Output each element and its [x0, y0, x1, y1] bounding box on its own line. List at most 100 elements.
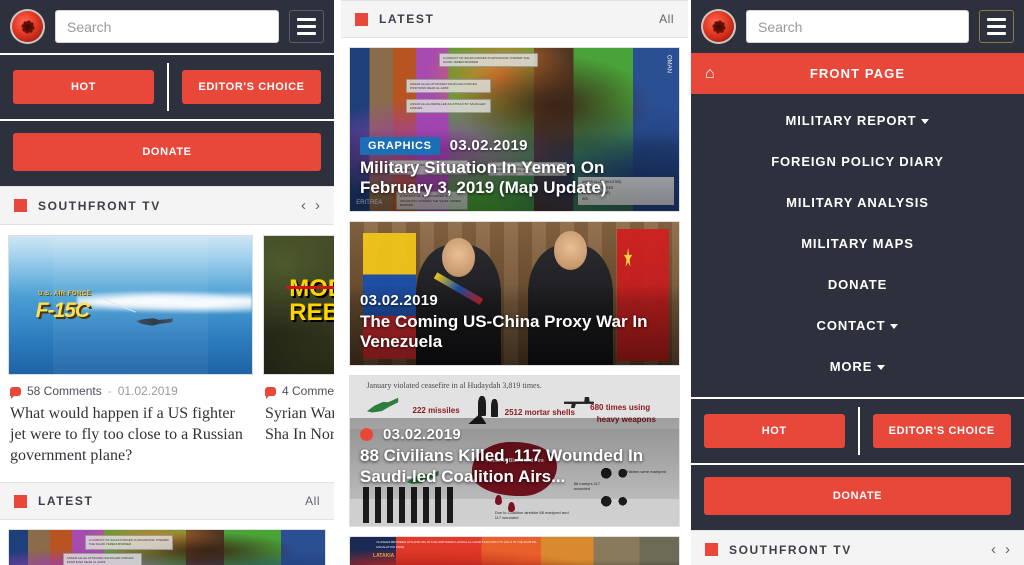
nav-item-front-page[interactable]: ⌂ FRONT PAGE — [691, 53, 1024, 94]
tv-card[interactable]: MODE REBE 4 Comment Syrian War R Tahrir … — [263, 235, 334, 476]
infographic-caption: January violated ceasefire in al Hudayda… — [366, 380, 542, 390]
hot-button[interactable]: HOT — [13, 70, 154, 104]
strike-line — [286, 285, 334, 289]
hot-button-wrap: HOT — [0, 63, 167, 111]
nav-item-foreign-policy-diary[interactable]: FOREIGN POLICY DIARY — [691, 141, 1024, 182]
panel-gutter — [334, 0, 341, 565]
map-label: CLASHES BETWEEN HTS AND NFL IN THE NORTH… — [376, 540, 538, 549]
card-badges: 03.02.2019 — [360, 292, 669, 309]
card-badges: 03.02.2019 — [360, 426, 669, 443]
city-label: LATAKIA — [373, 552, 395, 559]
red-square-icon — [355, 12, 368, 26]
panel-left-mobile-home: HOT EDITOR'S CHOICE DONATE SOUTHFRONT TV… — [0, 0, 334, 565]
nav-item-military-report[interactable]: MILITARY REPORT — [691, 100, 1024, 141]
card-overlay: GRAPHICS 03.02.2019 — [350, 560, 679, 565]
southfront-tv-slider[interactable]: U.S. AIR FORCE F-15C 58 Comments - 01.02… — [0, 225, 334, 476]
donate-button[interactable]: DONATE — [704, 477, 1011, 515]
stat-value: 222 missiles — [412, 406, 460, 415]
left-topbar — [0, 0, 334, 53]
chevron-down-icon — [921, 119, 930, 124]
nav-item-more[interactable]: MORE — [691, 346, 1024, 387]
nav-item-military-maps[interactable]: MILITARY MAPS — [691, 223, 1024, 264]
nav-item-military-analysis[interactable]: MILITARY ANALYSIS — [691, 182, 1024, 223]
card-title[interactable]: The Coming US-China Proxy War In Venezue… — [360, 312, 669, 353]
tv-card-headline[interactable]: Syrian War R Tahrir al-Sha In Northwest — [263, 402, 334, 456]
meta-separator: - — [107, 384, 112, 398]
card-title[interactable]: 88 Civilians Killed, 117 Wounded In Saud… — [360, 446, 669, 487]
card-overlay: 03.02.2019 The Coming US-China Proxy War… — [350, 283, 679, 365]
screenshot-root: HOT EDITOR'S CHOICE DONATE SOUTHFRONT TV… — [0, 0, 1024, 565]
home-icon: ⌂ — [705, 64, 715, 82]
nav-menu: MILITARY REPORT FOREIGN POLICY DIARY MIL… — [691, 94, 1024, 397]
nav-item-donate[interactable]: DONATE — [691, 264, 1024, 305]
comment-bubble-icon — [265, 386, 276, 399]
feed-card[interactable]: 03.02.2019 The Coming US-China Proxy War… — [349, 221, 680, 366]
latest-all-link[interactable]: All — [659, 12, 674, 26]
soldier-icon — [491, 398, 499, 417]
southfront-logo-icon[interactable] — [701, 9, 736, 44]
tv-card-meta: 4 Comment — [263, 375, 334, 402]
map-label: A CONVOY OF SAUDI FORCES IS ADVANCING TO… — [438, 52, 538, 68]
yemen-infographic-art: January violated ceasefire in al Hudayda… — [350, 376, 679, 526]
person-head — [442, 237, 475, 278]
category-tag[interactable]: GRAPHICS — [360, 136, 440, 155]
editors-choice-button[interactable]: EDITOR'S CHOICE — [182, 70, 321, 104]
hot-button-wrap: HOT — [691, 407, 858, 455]
thumb-big-label-2: REBE — [289, 299, 334, 327]
red-dot-icon — [360, 428, 373, 441]
southfront-tv-header: SOUTHFRONT TV ‹ › — [691, 530, 1024, 565]
card-overlay: 03.02.2019 88 Civilians Killed, 117 Woun… — [350, 418, 679, 500]
hamburger-menu-icon[interactable] — [979, 10, 1014, 43]
stat-value: 680 times using — [590, 403, 651, 412]
chevron-left-icon[interactable]: ‹ — [301, 198, 306, 213]
card-date: 03.02.2019 — [360, 291, 439, 309]
red-square-icon — [14, 494, 27, 508]
chevron-down-icon — [877, 365, 886, 370]
tv-thumbnail-f15[interactable]: U.S. AIR FORCE F-15C — [8, 235, 253, 375]
nav-item-contact[interactable]: CONTACT — [691, 305, 1024, 346]
chevron-left-icon[interactable]: ‹ — [991, 542, 996, 557]
donate-button[interactable]: DONATE — [13, 133, 321, 171]
southfront-logo-icon[interactable] — [10, 9, 45, 44]
nav-label: MILITARY ANALYSIS — [786, 195, 929, 210]
panel-middle-latest-feed: LATEST All A CONVOY OF SAUDI FORCES IS A… — [341, 0, 688, 565]
card-date: 03.02.2019 — [449, 137, 528, 155]
chevron-right-icon[interactable]: › — [1005, 542, 1010, 557]
yemen-map-art: A CONVOY OF SAUDI FORCES IS ADVANCING TO… — [350, 48, 679, 211]
search-input[interactable] — [55, 10, 279, 43]
panel-right-nav-open: ⌂ FRONT PAGE MILITARY REPORT FOREIGN POL… — [691, 0, 1024, 565]
hamburger-menu-icon[interactable] — [289, 10, 324, 43]
feed-card[interactable]: A CONVOY OF SAUDI FORCES IS ADVANCING TO… — [349, 47, 680, 212]
comment-count: 58 Comments — [27, 384, 102, 398]
nav-label: CONTACT — [816, 318, 886, 333]
right-donate-strip: DONATE — [691, 463, 1024, 530]
map-label: ANSAR ALLAH ATTACKED SAUDI-LED FORCES PO… — [62, 553, 142, 565]
search-input[interactable] — [746, 10, 969, 43]
card-title[interactable]: Military Situation In Yemen On February … — [360, 158, 669, 199]
tv-card[interactable]: U.S. AIR FORCE F-15C 58 Comments - 01.02… — [8, 235, 253, 476]
card-badges: GRAPHICS 03.02.2019 — [360, 136, 669, 155]
editors-choice-button[interactable]: EDITOR'S CHOICE — [872, 414, 1011, 448]
latest-feed-list: A CONVOY OF SAUDI FORCES IS ADVANCING TO… — [341, 47, 688, 565]
latest-all-link[interactable]: All — [305, 494, 320, 508]
editors-choice-button-wrap: EDITOR'S CHOICE — [857, 407, 1024, 455]
tv-card-headline[interactable]: What would happen if a US fighter jet we… — [8, 402, 253, 476]
slider-arrows: ‹ › — [301, 198, 320, 213]
card-overlay: GRAPHICS 03.02.2019 Military Situation I… — [350, 128, 679, 211]
latest-header: LATEST All — [0, 482, 334, 521]
right-topbar — [691, 0, 1024, 53]
publish-date: 01.02.2019 — [117, 384, 178, 398]
map-edge-label: OMAN — [665, 54, 672, 73]
map-label: A CONVOY OF SAUDI FORCES IS ADVANCING TO… — [84, 535, 174, 550]
nav-label: MILITARY MAPS — [801, 236, 914, 251]
feed-card[interactable]: CLASHES BETWEEN HTS AND NFL IN THE NORTH… — [349, 536, 680, 565]
tv-thumbnail-rebel[interactable]: MODE REBE — [263, 235, 334, 375]
thumb-small-label: U.S. AIR FORCE — [38, 291, 92, 298]
yemen-map-art: A CONVOY OF SAUDI FORCES IS ADVANCING TO… — [9, 530, 325, 565]
feed-card-preview[interactable]: A CONVOY OF SAUDI FORCES IS ADVANCING TO… — [8, 529, 326, 565]
hot-button[interactable]: HOT — [704, 414, 845, 448]
chevron-right-icon[interactable]: › — [315, 198, 320, 213]
feed-card[interactable]: January violated ceasefire in al Hudayda… — [349, 375, 680, 527]
southfront-tv-title: SOUTHFRONT TV — [729, 542, 852, 557]
card-date: 03.02.2019 — [383, 426, 462, 443]
